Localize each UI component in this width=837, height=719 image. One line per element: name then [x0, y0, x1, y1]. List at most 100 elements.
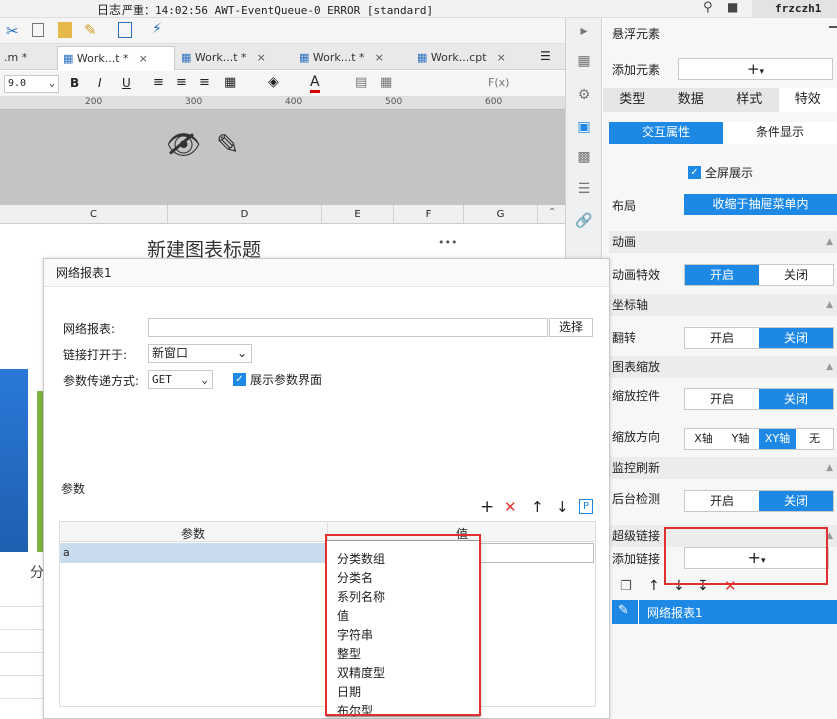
- background-check-on[interactable]: 开启: [685, 491, 759, 511]
- tab-menu-icon[interactable]: ☰: [540, 49, 551, 63]
- plugin-icon[interactable]: ⚡: [152, 21, 162, 37]
- tab-file-1[interactable]: ▦ Work...t * ×: [57, 46, 175, 70]
- animation-off[interactable]: 关闭: [759, 265, 833, 285]
- bold-button[interactable]: B: [70, 76, 79, 90]
- cell-attr-icon[interactable]: ▦: [575, 52, 593, 70]
- grid-icon[interactable]: ▦: [380, 75, 392, 90]
- tab-style[interactable]: 样式: [720, 88, 779, 112]
- layout-select[interactable]: 收缩于抽屉菜单内: [684, 194, 837, 215]
- fullscreen-checkbox[interactable]: ✓: [688, 166, 701, 179]
- cell-settings-icon[interactable]: ⚙: [575, 86, 593, 104]
- condition-icon[interactable]: ☰: [575, 180, 593, 198]
- cut-icon[interactable]: ✂: [6, 22, 19, 40]
- font-color-button[interactable]: A: [310, 74, 320, 93]
- column-f[interactable]: F: [394, 205, 464, 224]
- expand-arrow-icon[interactable]: ▸: [575, 22, 593, 40]
- zoom-dir-y[interactable]: Y轴: [722, 429, 759, 449]
- zoom-dir-xy[interactable]: XY轴: [759, 429, 796, 449]
- hide-eye-icon[interactable]: 👁: [166, 128, 202, 161]
- flip-off[interactable]: 关闭: [759, 328, 833, 348]
- section-refresh[interactable]: 监控刷新 ▲: [609, 457, 837, 479]
- dropdown-item[interactable]: 值: [337, 607, 349, 624]
- move-up-icon[interactable]: ↑: [648, 578, 660, 594]
- underline-button[interactable]: U: [122, 76, 131, 90]
- merge-icon[interactable]: ▤: [355, 75, 367, 90]
- copy-icon[interactable]: [32, 23, 44, 37]
- paste-icon[interactable]: [58, 22, 72, 38]
- dropdown-item[interactable]: 布尔型: [337, 702, 373, 719]
- open-in-select[interactable]: 新窗口 ⌄: [148, 344, 252, 363]
- dropdown-item[interactable]: 字符串: [337, 626, 373, 643]
- link-list-item[interactable]: ✎ 网络报表1: [612, 600, 837, 624]
- move-bottom-icon[interactable]: ↧: [697, 578, 709, 594]
- search-icon[interactable]: ⚲: [703, 0, 713, 15]
- param-method-select[interactable]: GET ⌄: [148, 370, 213, 389]
- widget-icon[interactable]: ▩: [575, 148, 593, 166]
- zoom-dir-x[interactable]: X轴: [685, 429, 722, 449]
- tab-file-2[interactable]: ▦ Work...t * ×: [181, 46, 293, 70]
- close-icon[interactable]: ×: [139, 52, 148, 65]
- italic-button[interactable]: I: [98, 76, 102, 90]
- close-icon[interactable]: ×: [375, 51, 384, 64]
- dropdown-item[interactable]: 双精度型: [337, 664, 385, 681]
- align-center-icon[interactable]: ≡: [176, 75, 187, 90]
- column-c[interactable]: C: [20, 205, 168, 224]
- add-link-button[interactable]: +▾: [684, 547, 829, 569]
- tab-file-4[interactable]: ▦ Work...cpt ×: [417, 46, 529, 70]
- dropdown-item[interactable]: 分类数组: [337, 550, 385, 567]
- table-row[interactable]: a: [60, 543, 326, 563]
- flip-on[interactable]: 开启: [685, 328, 759, 348]
- formula-button[interactable]: F(x): [488, 76, 509, 89]
- font-size-select[interactable]: 9.0 ⌄: [4, 75, 59, 93]
- float-element-icon[interactable]: ▣: [575, 118, 593, 136]
- format-brush-icon[interactable]: ✎: [84, 21, 97, 39]
- zoom-dir-none[interactable]: 无: [796, 429, 833, 449]
- select-button[interactable]: 选择: [549, 318, 593, 337]
- column-g[interactable]: G: [464, 205, 538, 224]
- background-check-off[interactable]: 关闭: [759, 491, 833, 511]
- zoom-control-on[interactable]: 开启: [685, 389, 759, 409]
- tab-file-0[interactable]: .m *: [0, 46, 55, 70]
- section-zoom[interactable]: 图表缩放 ▲: [609, 356, 837, 378]
- preview-icon[interactable]: [118, 22, 132, 38]
- close-icon[interactable]: ×: [497, 51, 506, 64]
- edit-pencil-icon[interactable]: ✎: [216, 128, 239, 161]
- tab-effect[interactable]: 特效: [778, 88, 837, 112]
- panel-collapse-icon[interactable]: [829, 26, 837, 28]
- column-d[interactable]: D: [168, 205, 322, 224]
- dropdown-item[interactable]: 系列名称: [337, 588, 385, 605]
- add-element-button[interactable]: +▾: [678, 58, 833, 80]
- align-left-icon[interactable]: ≡: [153, 75, 164, 90]
- bell-icon[interactable]: ■: [727, 0, 738, 14]
- column-e[interactable]: E: [322, 205, 394, 224]
- subtab-interaction[interactable]: 交互属性: [609, 122, 723, 144]
- tab-type[interactable]: 类型: [603, 88, 662, 112]
- copy-link-icon[interactable]: ❐: [620, 579, 632, 594]
- log-label[interactable]: 日志: [97, 1, 121, 18]
- tab-file-3[interactable]: ▦ Work...t * ×: [299, 46, 411, 70]
- zoom-control-off[interactable]: 关闭: [759, 389, 833, 409]
- add-param-icon[interactable]: +: [480, 497, 494, 517]
- more-icon[interactable]: •••: [438, 236, 457, 249]
- scroll-up-icon[interactable]: ⌃: [548, 207, 556, 218]
- report-input[interactable]: [148, 318, 548, 337]
- user-name[interactable]: frzczh1: [775, 2, 821, 15]
- animation-on[interactable]: 开启: [685, 265, 759, 285]
- align-right-icon[interactable]: ≡: [199, 75, 210, 90]
- dropdown-item[interactable]: 日期: [337, 683, 361, 700]
- param-up-icon[interactable]: ↑: [531, 498, 544, 516]
- section-hyperlink[interactable]: 超级链接 ▲: [609, 525, 837, 547]
- dropdown-item[interactable]: 分类名: [337, 569, 373, 586]
- section-axis[interactable]: 坐标轴 ▲: [609, 294, 837, 316]
- param-p-icon[interactable]: P: [579, 499, 593, 514]
- show-param-checkbox[interactable]: ✓: [233, 373, 246, 386]
- subtab-condition[interactable]: 条件显示: [723, 122, 837, 144]
- tab-data[interactable]: 数据: [662, 88, 721, 112]
- move-down-icon[interactable]: ↓: [673, 578, 685, 594]
- border-icon[interactable]: ▦: [224, 75, 236, 90]
- param-down-icon[interactable]: ↓: [556, 498, 569, 516]
- close-icon[interactable]: ×: [257, 51, 266, 64]
- delete-param-icon[interactable]: ✕: [504, 498, 517, 516]
- delete-link-icon[interactable]: ✕: [724, 577, 737, 595]
- section-animation[interactable]: 动画 ▲: [609, 231, 837, 253]
